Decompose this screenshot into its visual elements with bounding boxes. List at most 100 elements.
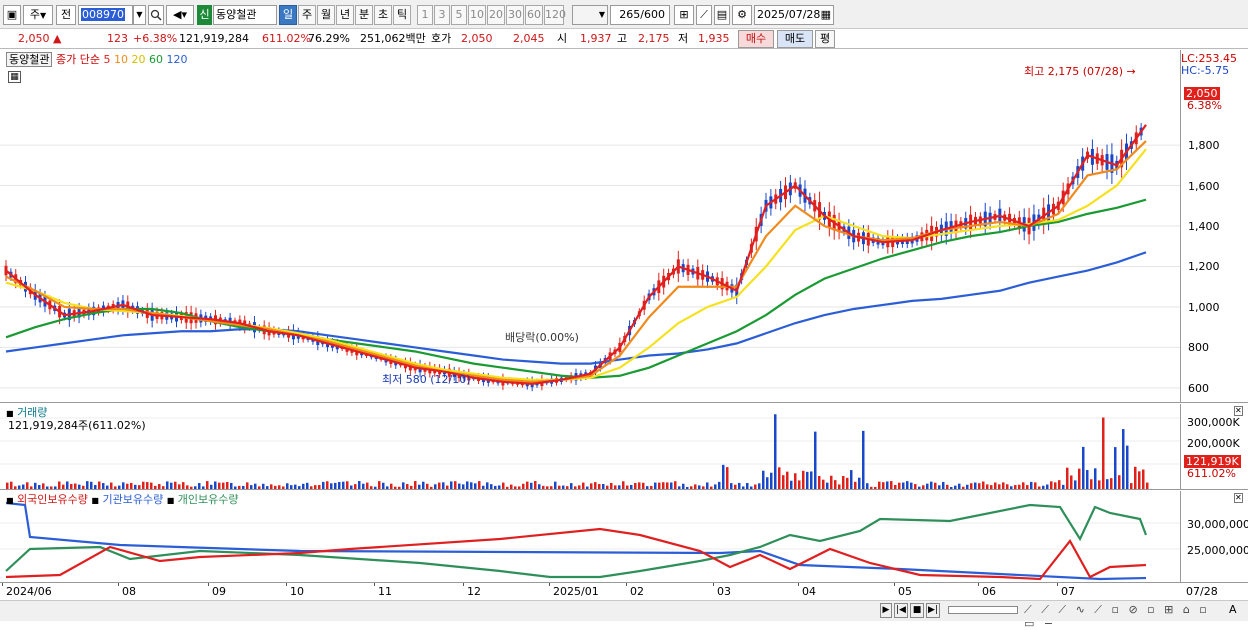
close-icon[interactable]: ✕ <box>1234 406 1243 416</box>
number-tab-5[interactable]: 30 <box>506 5 524 25</box>
volume-bar <box>194 486 197 489</box>
number-tab-7[interactable]: 120 <box>544 5 566 25</box>
text-tool-icon[interactable]: A <box>1229 603 1237 616</box>
number-tab-0[interactable]: 1 <box>417 5 433 25</box>
number-tab-6[interactable]: 60 <box>525 5 543 25</box>
volume-bar <box>926 483 929 489</box>
volume-bar <box>266 486 269 489</box>
volume-bar <box>530 482 533 489</box>
code-input[interactable]: 008970 <box>78 5 133 25</box>
volume-bar <box>734 484 737 489</box>
volume-bar <box>78 484 81 489</box>
volume-bar <box>1094 468 1097 489</box>
volume-bar <box>466 481 469 489</box>
volume-bar <box>1018 484 1021 489</box>
period-tab-6[interactable]: 틱 <box>393 5 411 25</box>
current-price-value: 2,050 <box>18 32 50 45</box>
volume-bar <box>714 484 717 489</box>
buy-button[interactable]: 매수 <box>738 30 774 48</box>
volume-bar <box>630 485 633 489</box>
x-tick <box>374 583 375 586</box>
volume-bar <box>90 481 93 489</box>
number-tab-1[interactable]: 3 <box>434 5 450 25</box>
volume-bar <box>122 482 125 489</box>
x-tick <box>978 583 979 586</box>
count-value: 265 <box>619 8 641 21</box>
volume-bar <box>1082 446 1085 489</box>
stock-name-field[interactable]: 동양철관 <box>213 5 277 25</box>
volume-bar <box>426 483 429 489</box>
code-dropdown-icon[interactable]: ▼ <box>133 5 146 25</box>
date-field[interactable]: 2025/07/28 ▦ <box>754 5 834 25</box>
price-tick: 1,200 <box>1188 260 1220 274</box>
type-select[interactable]: 주▼ <box>23 5 53 25</box>
grid-icon[interactable]: ▦ <box>8 71 21 83</box>
volume-bar <box>726 467 729 489</box>
period-tab-2[interactable]: 월 <box>317 5 335 25</box>
line-tool-icon[interactable]: ⟋ <box>696 5 712 25</box>
scroll-right-icon[interactable]: ▶ <box>880 603 892 618</box>
volume-bar <box>62 484 65 489</box>
stop-icon[interactable]: ■ <box>910 603 924 618</box>
period-tab-5[interactable]: 초 <box>374 5 392 25</box>
volume-bar <box>1130 483 1133 489</box>
volume-bar <box>98 481 101 489</box>
volume-bar <box>662 482 665 489</box>
period-tab-4[interactable]: 분 <box>355 5 373 25</box>
volume-bar <box>202 486 205 489</box>
gear-icon[interactable]: ⚙ <box>732 5 752 25</box>
volume-bar <box>86 481 89 489</box>
volume-bar <box>842 476 845 489</box>
number-tab-2[interactable]: 5 <box>451 5 467 25</box>
save-icon[interactable]: ▤ <box>714 5 730 25</box>
x-tick <box>286 583 287 586</box>
volume-bar <box>878 481 881 489</box>
flat-button[interactable]: 평 <box>815 30 835 48</box>
period-tab-1[interactable]: 주 <box>298 5 316 25</box>
calendar-icon[interactable]: ▦ <box>821 6 831 24</box>
sell-button[interactable]: 매도 <box>777 30 813 48</box>
volume-bar <box>1106 479 1109 489</box>
volume-bar <box>242 485 245 489</box>
volume-chart[interactable] <box>0 404 1180 490</box>
volume-bar <box>258 486 261 489</box>
period-tab-3[interactable]: 년 <box>336 5 354 25</box>
volume-bar <box>402 482 405 489</box>
volume-bar <box>658 482 661 489</box>
scroll-track[interactable] <box>948 606 1018 614</box>
scroll-last-icon[interactable]: ▶| <box>926 603 940 618</box>
speaker-icon[interactable]: ◀▾ <box>166 5 194 25</box>
volume-bar <box>698 485 701 489</box>
legend-row: 동양철관 종가 단순 5 10 20 60 120 <box>6 52 187 67</box>
x-tick <box>2 583 3 586</box>
drawing-tools-icon[interactable]: ⟋ ⟋ ⟋ ∿ ⟋ ▫ ⊘ ▫ ⊞ ⌂ ▫ ▭ − <box>1024 603 1224 630</box>
chart-tool-icon[interactable]: ⊞ <box>674 5 694 25</box>
scroll-bar[interactable]: ▶ |◀ ■ ▶| ⟋ ⟋ ⟋ ∿ ⟋ ▫ ⊘ ▫ ⊞ ⌂ ▫ ▭ − A <box>0 600 1248 630</box>
volume-bar <box>546 486 549 489</box>
volume-bar <box>238 485 241 489</box>
volume-bar <box>902 482 905 489</box>
volume-bar <box>486 482 489 489</box>
count-field[interactable]: 265/600 <box>610 5 670 25</box>
volume-bar <box>570 483 573 489</box>
period-tab-0[interactable]: 일 <box>279 5 297 25</box>
price-chart[interactable] <box>0 50 1180 403</box>
volume-bar <box>606 485 609 489</box>
volume-bar <box>942 481 945 489</box>
close-icon[interactable]: ✕ <box>1234 493 1243 503</box>
search-icon[interactable] <box>148 5 164 25</box>
number-dropdown[interactable]: ▼ <box>572 5 608 25</box>
layout-icon[interactable]: ▣ <box>3 5 21 25</box>
volume-bar <box>506 486 509 489</box>
x-label: 2024/06 <box>6 585 52 598</box>
volume-bar <box>234 486 237 489</box>
number-tab-4[interactable]: 20 <box>487 5 505 25</box>
x-label: 07 <box>1061 585 1075 598</box>
prev-button[interactable]: 전 <box>56 5 76 25</box>
volume-bar <box>1010 486 1013 489</box>
volume-bar <box>594 482 597 489</box>
number-tab-3[interactable]: 10 <box>468 5 486 25</box>
volume-bar <box>602 484 605 489</box>
scroll-first-icon[interactable]: |◀ <box>894 603 908 618</box>
volume-bar <box>390 483 393 489</box>
